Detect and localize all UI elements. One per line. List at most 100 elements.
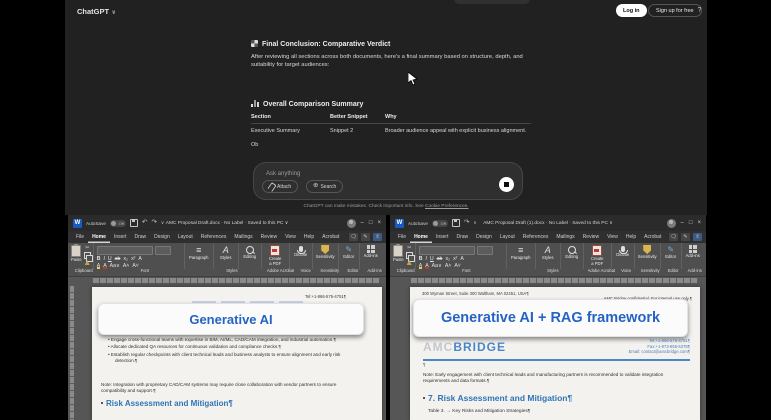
font-name-select[interactable] [97, 246, 153, 255]
globe-icon: ⊕ [313, 183, 318, 190]
maximize-button[interactable]: □ [689, 220, 693, 226]
font-name-select[interactable] [419, 246, 475, 255]
copy-icon[interactable] [84, 252, 91, 259]
font-style-buttons[interactable]: BIUabx₂x²A [419, 256, 503, 262]
paste-button[interactable]: Paste [393, 243, 404, 265]
font-size-select[interactable] [477, 246, 493, 255]
close-button[interactable]: × [697, 220, 701, 226]
dictate-button[interactable]: Dictate [612, 243, 634, 258]
word-app-icon[interactable]: W [395, 219, 404, 228]
font-style-buttons[interactable]: BIUabx₂x²A [97, 256, 181, 262]
tab-view[interactable]: View [281, 231, 300, 243]
document-title[interactable]: AMC Proposal Draft (1).docx · No Label ·… [483, 221, 613, 226]
save-icon[interactable] [130, 219, 138, 227]
sensitivity-button[interactable]: Sensitivity [635, 243, 660, 260]
editing-button[interactable]: Editing [239, 243, 261, 260]
account-avatar[interactable] [347, 219, 356, 228]
tab-acrobat[interactable]: Acrobat [318, 231, 343, 243]
search-button[interactable]: ⊕ Search [306, 180, 343, 193]
editor-button[interactable]: ✎ Editor [339, 243, 359, 260]
editing-mode-icon[interactable]: ✎ [681, 233, 690, 241]
help-icon[interactable]: ? [694, 5, 705, 16]
save-icon[interactable] [452, 219, 460, 227]
horizontal-ruler[interactable] [390, 277, 706, 285]
title-bar[interactable]: W AutoSave Off ↷ ∨ AMC Proposal Draft (1… [390, 215, 706, 231]
streaming-text: Ob [251, 142, 258, 148]
paragraph-button[interactable]: ≡ Paragraph [185, 243, 213, 261]
styles-button[interactable]: A Styles [214, 243, 238, 261]
create-pdf-button[interactable]: Create a PDF [262, 243, 289, 267]
account-avatar[interactable] [667, 219, 676, 228]
tab-insert[interactable]: Insert [110, 231, 131, 243]
editing-mode-icon[interactable]: ✎ [361, 233, 370, 241]
vertical-ruler[interactable] [70, 285, 74, 420]
tab-review[interactable]: Review [579, 231, 603, 243]
share-icon[interactable]: ⇧ [373, 233, 382, 241]
tab-design[interactable]: Design [150, 231, 174, 243]
tab-help[interactable]: Help [622, 231, 640, 243]
chat-composer[interactable]: Ask anything Attach ⊕ Search [253, 162, 523, 200]
font-size-select[interactable] [155, 246, 171, 255]
tab-layout[interactable]: Layout [496, 231, 519, 243]
composer-placeholder: Ask anything [266, 171, 300, 177]
autosave-label: AutoSave [86, 221, 106, 226]
quick-access-chevron-icon[interactable]: ∨ [161, 221, 164, 226]
horizontal-ruler[interactable] [68, 277, 386, 285]
tab-acrobat[interactable]: Acrobat [640, 231, 665, 243]
autosave-toggle[interactable]: Off [110, 220, 126, 227]
tab-references[interactable]: References [519, 231, 553, 243]
redo-icon[interactable]: ↷ [464, 220, 469, 227]
tab-file[interactable]: File [394, 231, 410, 243]
tab-layout[interactable]: Layout [174, 231, 197, 243]
paste-button[interactable]: Paste [71, 243, 82, 265]
cut-icon[interactable]: ✂ [85, 246, 89, 251]
quick-access-chevron-icon[interactable]: ∨ [473, 221, 476, 226]
tab-mailings[interactable]: Mailings [230, 231, 256, 243]
tab-mailings[interactable]: Mailings [552, 231, 578, 243]
tab-references[interactable]: References [197, 231, 231, 243]
close-button[interactable]: × [377, 220, 381, 226]
minimize-button[interactable]: – [361, 220, 364, 226]
tab-review[interactable]: Review [257, 231, 281, 243]
minimize-button[interactable]: – [681, 220, 684, 226]
tab-file[interactable]: File [72, 231, 88, 243]
comments-icon[interactable]: 🗨 [669, 233, 678, 241]
editing-button[interactable]: Editing [561, 243, 583, 260]
dictate-button[interactable]: Dictate [290, 243, 312, 258]
editor-button[interactable]: ✎ Editor [661, 243, 681, 260]
undo-icon[interactable]: ↶ [142, 220, 147, 227]
login-button[interactable]: Log in [616, 4, 647, 17]
cookie-preferences-link[interactable]: Cookie Preferences. [425, 204, 468, 209]
redo-icon[interactable]: ↷ [151, 220, 156, 227]
chatgpt-model-switcher[interactable]: ChatGPT ∨ [77, 7, 116, 16]
paragraph-button[interactable]: ≡ Paragraph [507, 243, 535, 261]
addins-button[interactable]: Add-ins [682, 243, 704, 259]
tab-insert[interactable]: Insert [432, 231, 453, 243]
tab-draw[interactable]: Draw [452, 231, 472, 243]
sensitivity-button[interactable]: Sensitivity [313, 243, 338, 260]
tab-help[interactable]: Help [300, 231, 318, 243]
cell-section: Executive Summary [251, 128, 330, 134]
attach-button[interactable]: Attach [262, 180, 298, 193]
document-title[interactable]: AMC Proposal Draft.docx · No Label · Sav… [166, 221, 288, 226]
copy-icon[interactable] [406, 252, 413, 259]
stop-generating-button[interactable] [499, 177, 514, 192]
share-icon[interactable]: ⇧ [693, 233, 702, 241]
address-line: 300 Wyman Street, Suite 300 Waltham, MA … [422, 291, 529, 296]
comments-icon[interactable]: 🗨 [349, 233, 358, 241]
addins-button[interactable]: Add-ins [360, 243, 382, 259]
tab-design[interactable]: Design [472, 231, 496, 243]
title-bar[interactable]: W AutoSave Off ↶ ↷ ∨ AMC Proposal Draft.… [68, 215, 386, 231]
table-row: Executive Summary Snippet 2 Broader audi… [251, 124, 531, 134]
tab-home[interactable]: Home [410, 231, 432, 243]
tab-view[interactable]: View [603, 231, 622, 243]
autosave-toggle[interactable]: Off [432, 220, 448, 227]
maximize-button[interactable]: □ [369, 220, 373, 226]
word-app-icon[interactable]: W [73, 219, 82, 228]
tab-draw[interactable]: Draw [130, 231, 150, 243]
microphone-icon [621, 246, 625, 252]
create-pdf-button[interactable]: Create a PDF [584, 243, 611, 267]
tab-home[interactable]: Home [88, 231, 110, 243]
styles-button[interactable]: A Styles [536, 243, 560, 261]
cut-icon[interactable]: ✂ [407, 246, 411, 251]
